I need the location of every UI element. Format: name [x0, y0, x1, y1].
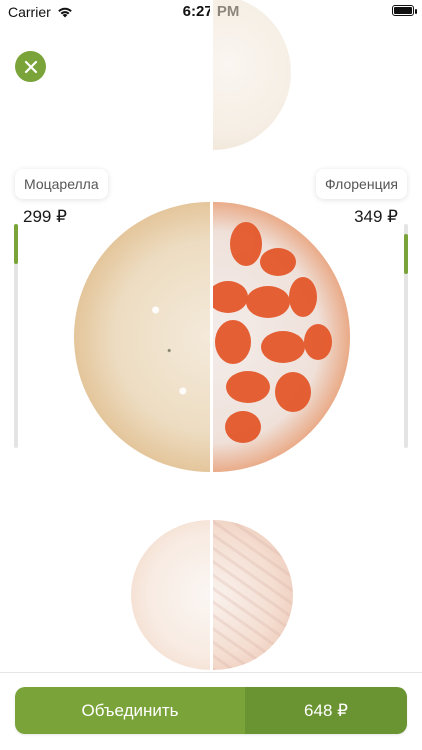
- center-divider: [210, 0, 213, 670]
- right-pizza-name-chip: Флоренция: [315, 169, 407, 199]
- right-scrollbar[interactable]: [404, 224, 408, 448]
- combine-button[interactable]: Объединить 648 ₽: [15, 687, 407, 734]
- combine-button-label: Объединить: [15, 687, 245, 734]
- combine-button-total: 648 ₽: [245, 687, 407, 734]
- bottom-pizza-preview-right[interactable]: [213, 520, 293, 670]
- bottom-separator: [0, 672, 422, 673]
- florence-pizza-image: [213, 202, 350, 472]
- left-scrollbar[interactable]: [14, 224, 18, 448]
- left-pizza-half[interactable]: [74, 202, 211, 472]
- battery-full-icon: [392, 5, 417, 16]
- left-scrollbar-thumb[interactable]: [14, 224, 18, 264]
- top-pizza-preview[interactable]: [213, 0, 303, 152]
- left-pizza-price: 299 ₽: [23, 207, 67, 226]
- mozzarella-pizza-image: [74, 202, 211, 472]
- right-pizza-name: Флоренция: [324, 176, 398, 192]
- status-right: [392, 5, 417, 16]
- close-button[interactable]: [15, 51, 46, 82]
- pizza-combine-screen: Carrier 6:27 PM: [0, 0, 422, 750]
- right-pizza-price: 349 ₽: [354, 207, 398, 226]
- left-pizza-name-chip: Моцарелла: [15, 169, 108, 199]
- right-scrollbar-thumb[interactable]: [404, 234, 408, 274]
- left-pizza-name: Моцарелла: [24, 176, 99, 192]
- close-icon: [24, 60, 37, 73]
- bottom-pizza-preview-left[interactable]: [131, 520, 211, 670]
- right-pizza-half[interactable]: [213, 202, 350, 472]
